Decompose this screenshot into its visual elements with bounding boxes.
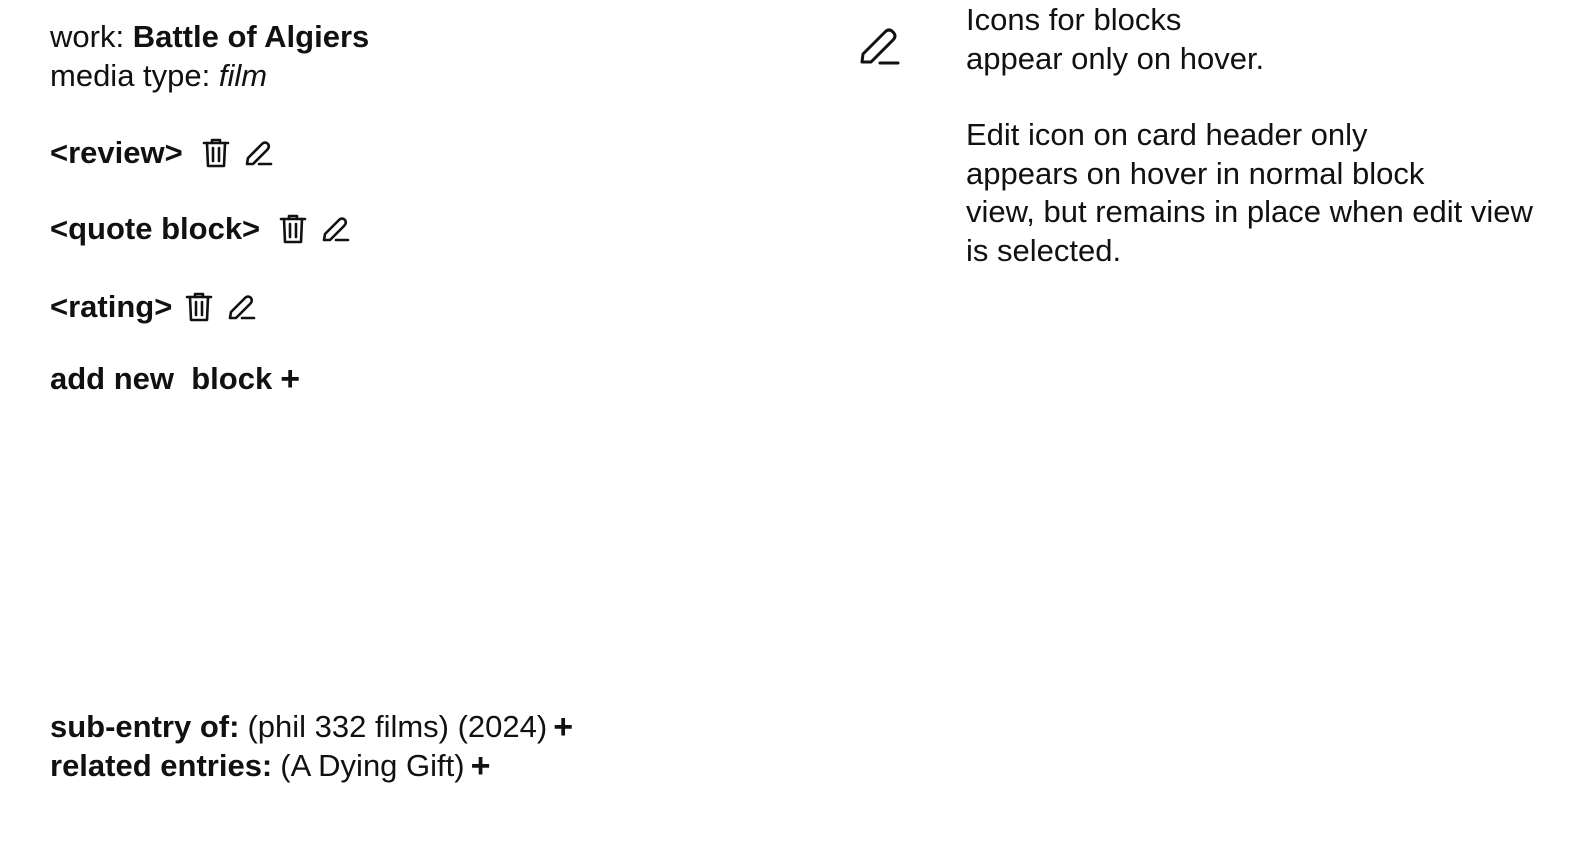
block-rating: <rating> xyxy=(50,287,266,327)
block-label-rating: <rating> xyxy=(50,289,173,324)
media-type-value: film xyxy=(218,58,268,93)
media-type-line: media type: film xyxy=(50,56,369,95)
add-new-block-button[interactable]: add new block + xyxy=(50,361,300,397)
pencil-icon[interactable] xyxy=(224,288,258,326)
media-type-label: media type: xyxy=(50,58,211,93)
add-new-block-label: add new block xyxy=(50,361,273,396)
add-sub-entry-button[interactable]: + xyxy=(553,710,573,744)
entry-header: work: Battle of Algiers media type: film xyxy=(50,17,369,95)
block-label-quote: <quote block> xyxy=(50,211,261,246)
related-entries-label: related entries: xyxy=(50,748,273,783)
add-related-entry-button[interactable]: + xyxy=(471,749,491,783)
note-hover-icons: Icons for blocks appear only on hover. xyxy=(966,2,1265,76)
entry-footer: sub-entry of: (phil 332 films) (2024) + … xyxy=(50,707,573,785)
note-edit-icon: Edit icon on card header only appears on… xyxy=(966,117,1533,268)
work-label: work: xyxy=(50,19,125,54)
work-line: work: Battle of Algiers xyxy=(50,17,369,56)
work-title: Battle of Algiers xyxy=(132,19,370,54)
pencil-icon[interactable] xyxy=(318,210,352,248)
plus-icon: + xyxy=(280,360,301,398)
sub-entry-label: sub-entry of: xyxy=(50,709,240,744)
related-entry-link[interactable]: (A Dying Gift) xyxy=(280,746,464,785)
sub-entry-row: sub-entry of: (phil 332 films) (2024) + xyxy=(50,707,573,746)
pencil-icon[interactable] xyxy=(858,26,902,70)
design-notes: Icons for blocks appear only on hover. E… xyxy=(966,1,1586,308)
block-review: <review> xyxy=(50,133,283,173)
related-entries-row: related entries: (A Dying Gift) + xyxy=(50,746,573,785)
block-label-review: <review> xyxy=(50,135,183,170)
sub-entry-link[interactable]: (phil 332 films) (2024) xyxy=(247,707,547,746)
trash-icon[interactable] xyxy=(182,288,216,326)
pencil-icon[interactable] xyxy=(241,134,275,172)
block-quote: <quote block> xyxy=(50,209,360,249)
trash-icon[interactable] xyxy=(199,134,233,172)
trash-icon[interactable] xyxy=(276,210,310,248)
